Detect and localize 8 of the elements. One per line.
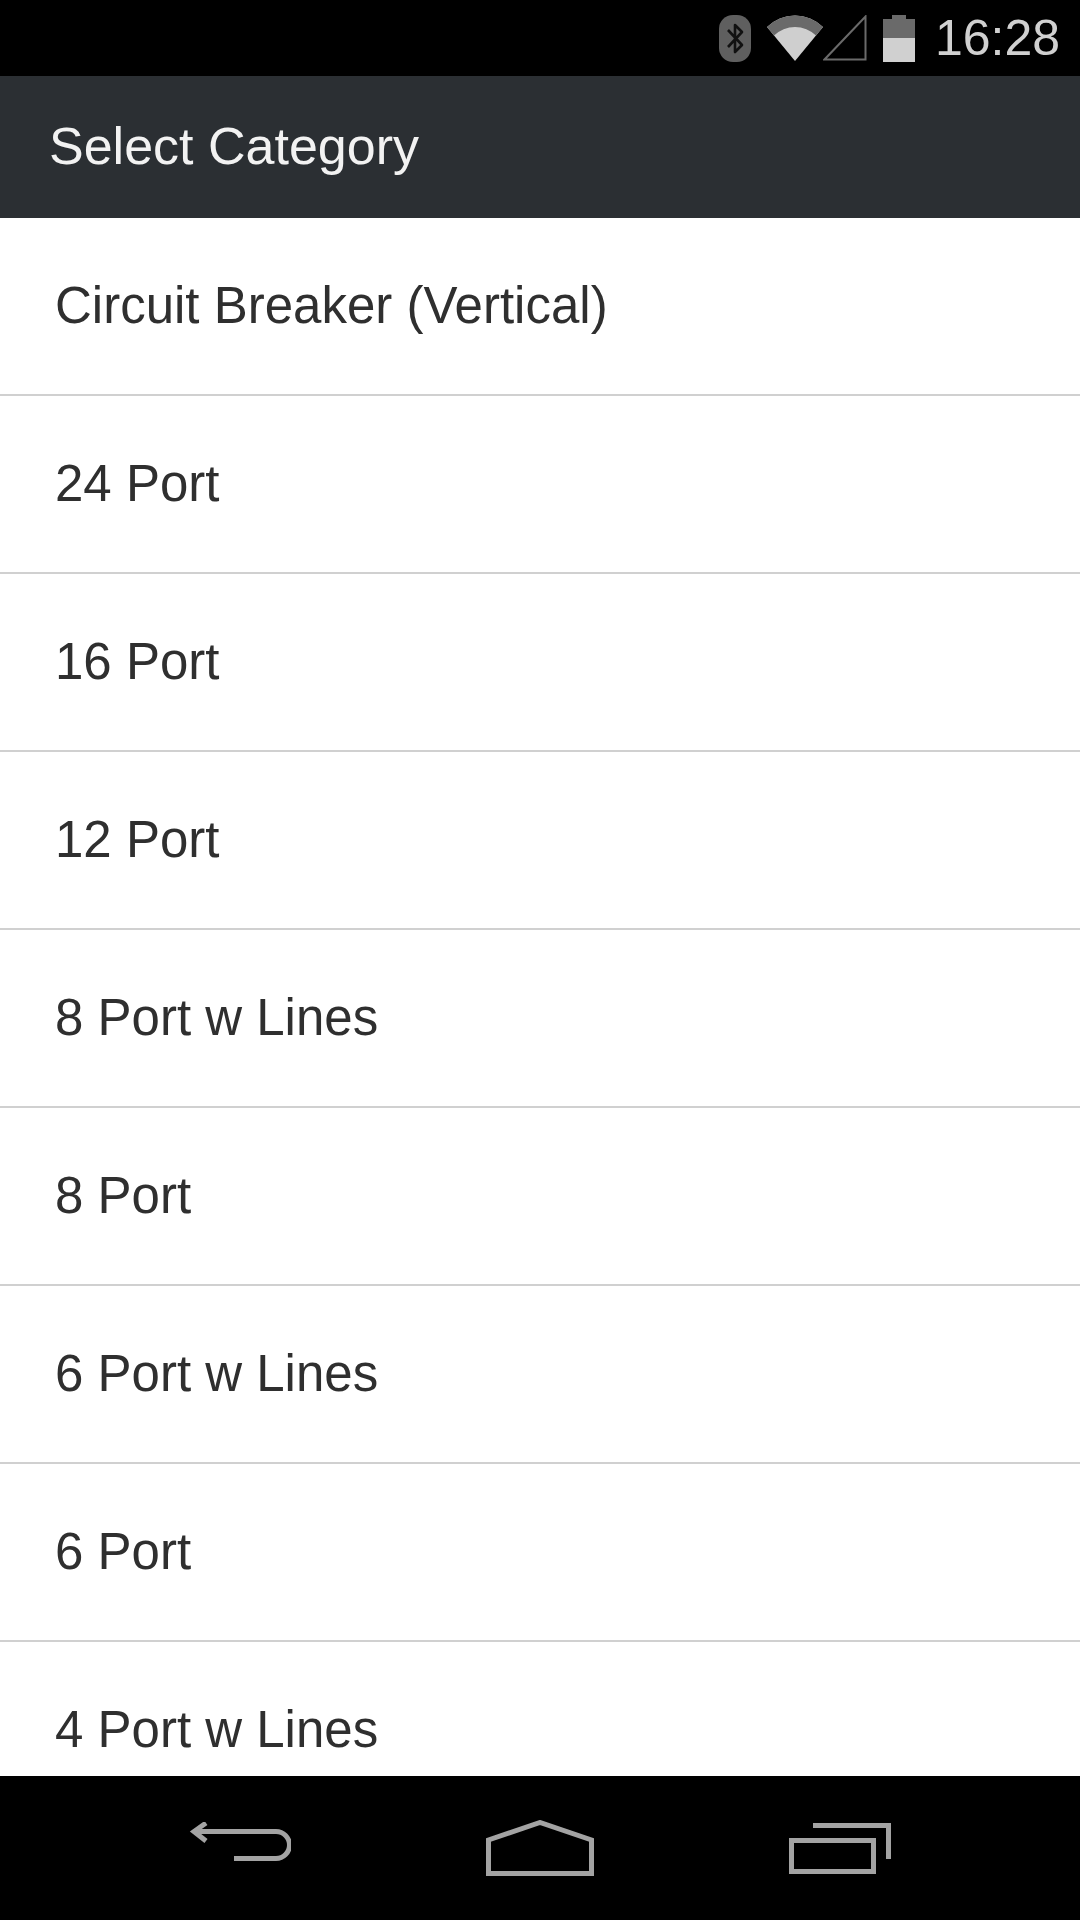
bluetooth-icon	[718, 14, 751, 62]
battery-icon	[882, 14, 915, 62]
clock-time: 16:28	[934, 13, 1060, 63]
home-icon[interactable]	[486, 1820, 594, 1876]
screen-title: Select Category	[49, 117, 419, 177]
recents-icon[interactable]	[789, 1822, 891, 1874]
signal-icon	[822, 15, 867, 61]
wifi-icon	[766, 15, 823, 61]
